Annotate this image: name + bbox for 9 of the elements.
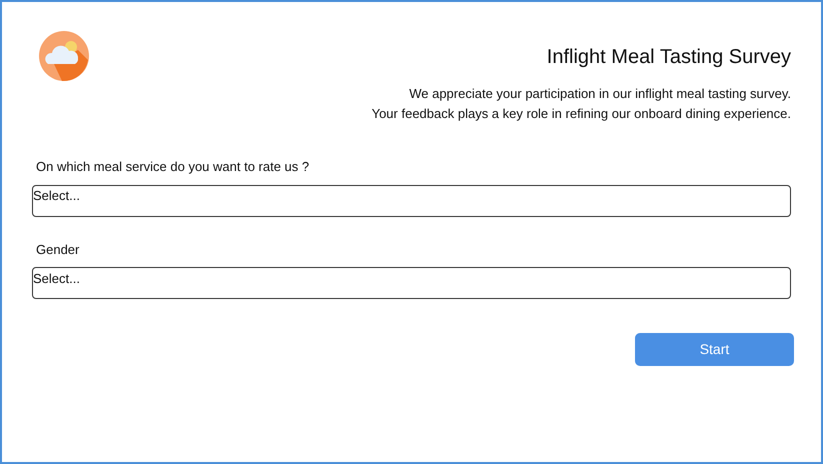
select-field[interactable]: Select...	[32, 267, 791, 299]
intro-text: We appreciate your participation in our inflight meal tasting survey.	[409, 85, 791, 103]
field-label: Gender	[35, 240, 80, 258]
field-label: On which meal service do you want to rate us ?	[35, 158, 310, 176]
survey-title: Inflight Meal Tasting Survey	[546, 45, 791, 70]
intro-text: Your feedback plays a key role in refining our onboard dining experience.	[372, 105, 791, 123]
cloud-sun-logo-icon	[38, 30, 90, 82]
start-button[interactable]: Start	[635, 333, 794, 366]
select-field[interactable]: Select...	[32, 184, 791, 216]
